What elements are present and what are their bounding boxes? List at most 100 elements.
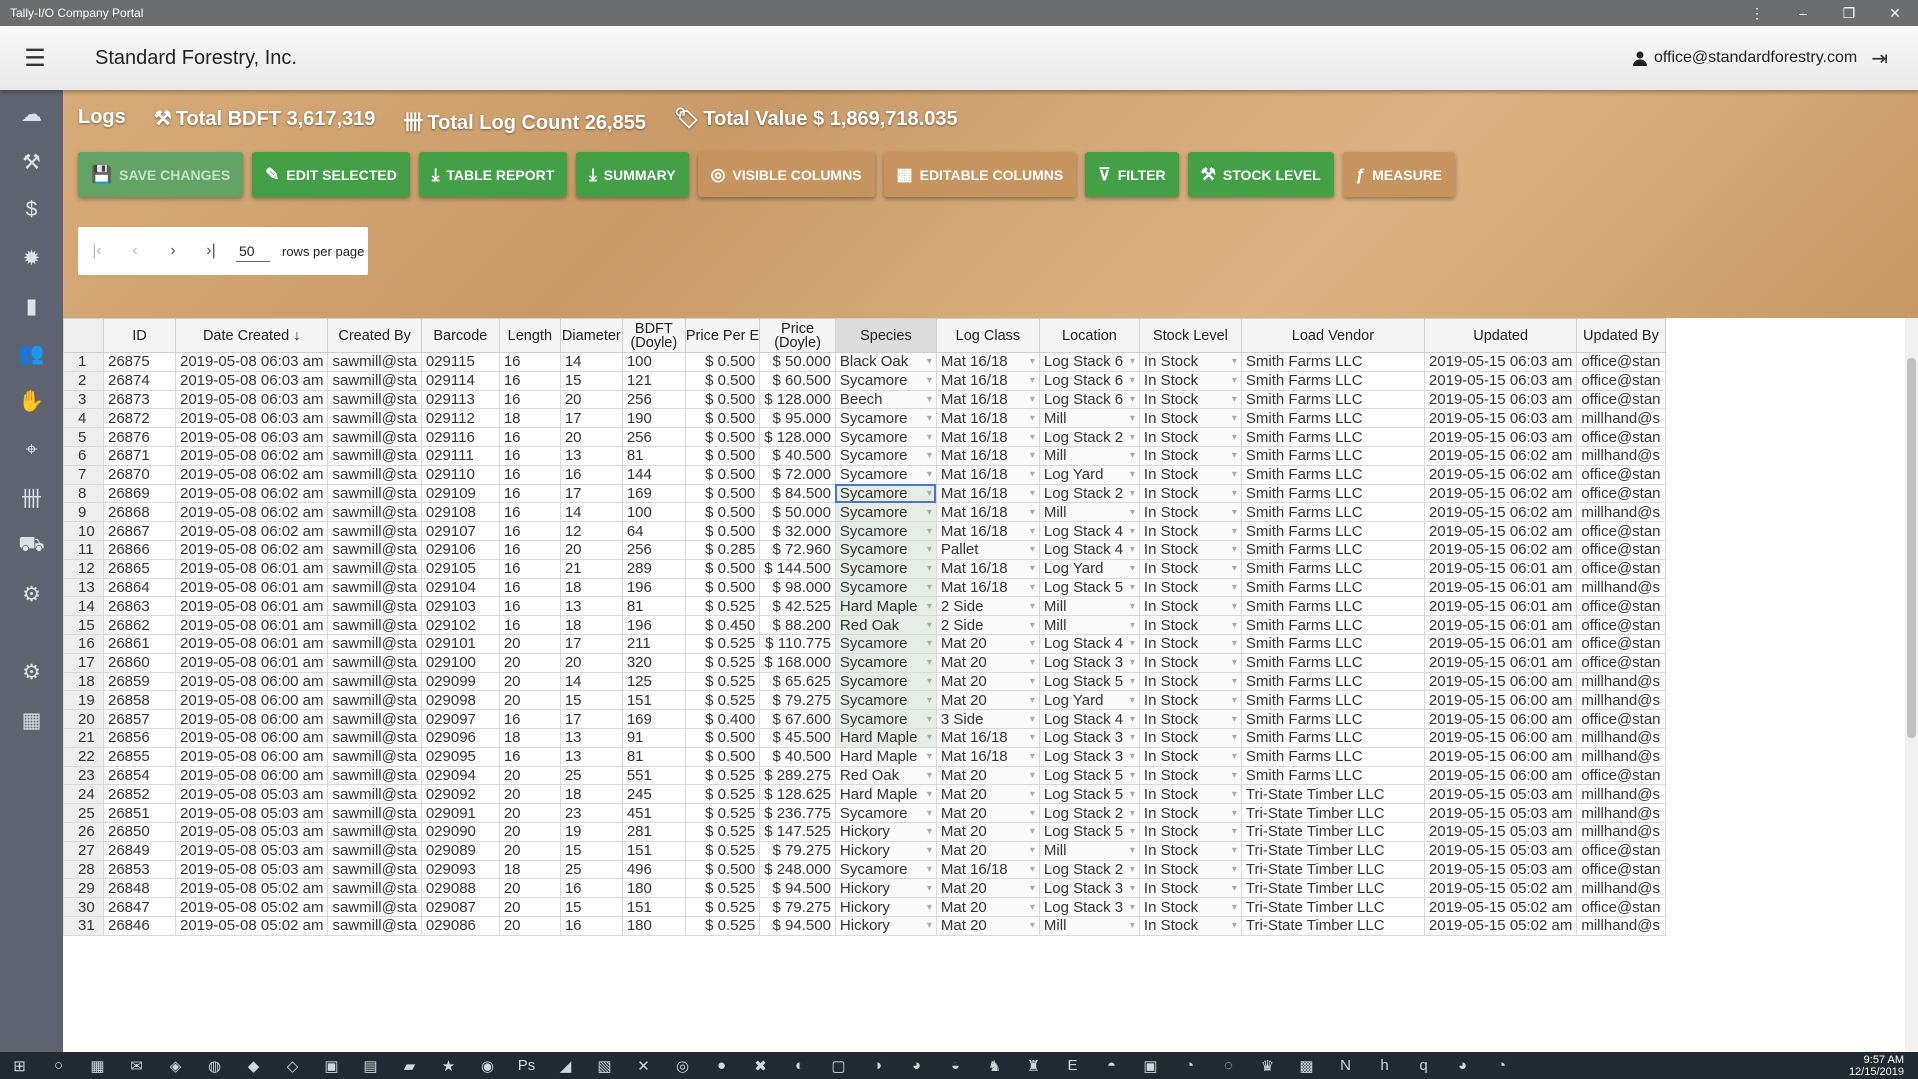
table-cell[interactable]: $ 0.500 [684,483,761,504]
hulu-icon[interactable]: h [1365,1057,1404,1074]
table-cell[interactable]: 2019-05-15 05:03 am [1423,784,1578,805]
table-cell[interactable]: 17 [559,483,623,504]
table-cell[interactable]: 26852 [103,784,176,805]
table-cell[interactable]: 029114 [420,370,500,391]
table-cell[interactable]: 26867 [103,521,176,541]
table-cell[interactable]: sawmill@sta [327,483,422,504]
table-cell[interactable]: $ 67.600 [759,709,836,729]
teams-icon[interactable]: ◈ [156,1057,195,1075]
table-cell[interactable]: 2019-05-08 05:03 am [174,784,329,805]
vscode-icon[interactable]: ◇ [273,1057,312,1075]
table-cell[interactable]: 16 [498,502,561,523]
table-cell[interactable]: Log Yard [1038,558,1140,579]
table-cell[interactable]: 029113 [420,389,500,410]
table-cell[interactable]: office@stan [1576,652,1666,673]
table-cell[interactable]: Tri-State Timber LLC [1240,821,1425,842]
table-cell[interactable]: Sycamore [834,633,937,654]
table-cell[interactable]: office@stan [1576,539,1666,560]
table-cell[interactable]: $ 0.500 [684,464,761,485]
table-cell[interactable]: Log Stack 2 [1038,803,1140,823]
table-cell[interactable]: $ 79.275 [759,840,836,861]
table-cell[interactable]: 029103 [420,596,500,617]
table-cell[interactable]: 26858 [103,690,176,711]
table-cell[interactable]: In Stock [1138,389,1242,410]
app-icon[interactable]: ▣ [1131,1057,1170,1075]
table-cell[interactable]: 2019-05-15 06:03 am [1423,408,1578,429]
app-icon[interactable]: ♛ [1248,1057,1287,1075]
table-cell[interactable]: Mat 20 [935,897,1040,917]
table-cell[interactable]: Mat 20 [935,652,1040,673]
column-header[interactable]: Species [834,318,937,353]
table-cell[interactable]: In Stock [1138,840,1242,861]
table-cell[interactable]: 12 [559,521,623,541]
table-cell[interactable]: $ 72.000 [759,464,836,485]
table-row[interactable]: 12 26865 2019-05-08 06:01 am sawmill@sta 029… [63,558,1666,579]
table-cell[interactable]: 26859 [103,671,176,692]
app-icon[interactable]: ✕ [624,1057,663,1075]
table-cell[interactable]: Smith Farms LLC [1240,427,1425,447]
save-changes-button[interactable]: 💾 SAVE CHANGES [78,152,244,197]
table-cell[interactable]: office@stan [1576,596,1666,617]
table-cell[interactable]: 14 [559,502,623,523]
table-row[interactable]: 16 26861 2019-05-08 06:01 am sawmill@sta 029… [63,633,1666,654]
table-cell[interactable]: In Stock [1138,709,1242,729]
table-cell[interactable]: 20 [498,878,561,899]
table-cell[interactable]: 20 [498,821,561,842]
table-cell[interactable]: 029093 [420,859,500,880]
table-row[interactable]: 5 26876 2019-05-08 06:03 am sawmill@sta 0291… [63,427,1666,447]
table-cell[interactable]: sawmill@sta [327,709,422,729]
table-cell[interactable]: Mat 16/18 [935,408,1040,429]
table-cell[interactable]: $ 84.500 [759,483,836,504]
table-cell[interactable]: office@stan [1576,370,1666,391]
table-cell[interactable]: 26865 [103,558,176,579]
table-cell[interactable]: office@stan [1576,633,1666,654]
table-cell[interactable]: Hard Maple [834,596,937,617]
vertical-scrollbar[interactable] [1905,318,1918,1052]
table-cell[interactable]: 2019-05-15 06:01 am [1423,652,1578,673]
table-row[interactable]: 22 26855 2019-05-08 06:00 am sawmill@sta 029… [63,746,1666,767]
table-cell[interactable]: 2019-05-15 06:03 am [1423,352,1578,372]
settings-icon[interactable]: ⚙ [0,648,63,696]
table-cell[interactable]: Tri-State Timber LLC [1240,859,1425,880]
table-cell[interactable]: 20 [498,765,561,786]
table-cell[interactable]: Mat 20 [935,633,1040,654]
quickbooks-icon[interactable]: q [1404,1057,1443,1074]
table-row[interactable]: 30 26847 2019-05-08 05:02 am sawmill@sta 029… [63,897,1666,917]
outlook-icon[interactable]: ✉ [117,1057,156,1075]
table-cell[interactable]: Smith Farms LLC [1240,558,1425,579]
table-cell[interactable]: sawmill@sta [327,840,422,861]
table-cell[interactable]: 2019-05-15 06:01 am [1423,558,1578,579]
table-cell[interactable]: $ 72.960 [759,539,836,560]
table-cell[interactable]: $ 0.500 [684,445,761,466]
table-cell[interactable]: 20 [498,803,561,823]
table-cell[interactable]: 2019-05-15 06:00 am [1423,746,1578,767]
table-cell[interactable]: 26856 [103,727,176,748]
table-cell[interactable]: sawmill@sta [327,878,422,899]
table-cell[interactable]: Smith Farms LLC [1240,370,1425,391]
table-cell[interactable]: 496 [621,859,686,880]
table-cell[interactable]: Log Stack 5 [1038,765,1140,786]
table-cell[interactable]: In Stock [1138,746,1242,767]
table-cell[interactable]: $ 40.500 [759,445,836,466]
table-cell[interactable]: Mill [1038,408,1140,429]
table-cell[interactable]: 2019-05-15 05:02 am [1423,897,1578,917]
table-cell[interactable]: 144 [621,464,686,485]
table-cell[interactable]: Smith Farms LLC [1240,539,1425,560]
table-cell[interactable]: In Stock [1138,690,1242,711]
table-cell[interactable]: 2019-05-08 06:01 am [174,615,329,635]
table-cell[interactable]: office@stan [1576,427,1666,447]
table-cell[interactable]: 15 [559,897,623,917]
table-cell[interactable]: 18 [559,577,623,598]
table-cell[interactable]: In Stock [1138,897,1242,917]
table-cell[interactable]: 281 [621,821,686,842]
table-row[interactable]: 14 26863 2019-05-08 06:01 am sawmill@sta 029… [63,596,1666,617]
spotify-icon[interactable]: ● [702,1057,741,1074]
table-cell[interactable]: 64 [621,521,686,541]
table-cell[interactable]: millhand@s [1576,577,1666,598]
table-cell[interactable]: 26854 [103,765,176,786]
table-cell[interactable]: 26853 [103,859,176,880]
table-cell[interactable]: 14 [559,671,623,692]
table-cell[interactable]: 2019-05-15 05:03 am [1423,803,1578,823]
table-cell[interactable]: 029100 [420,652,500,673]
table-cell[interactable]: 2019-05-08 06:00 am [174,765,329,786]
